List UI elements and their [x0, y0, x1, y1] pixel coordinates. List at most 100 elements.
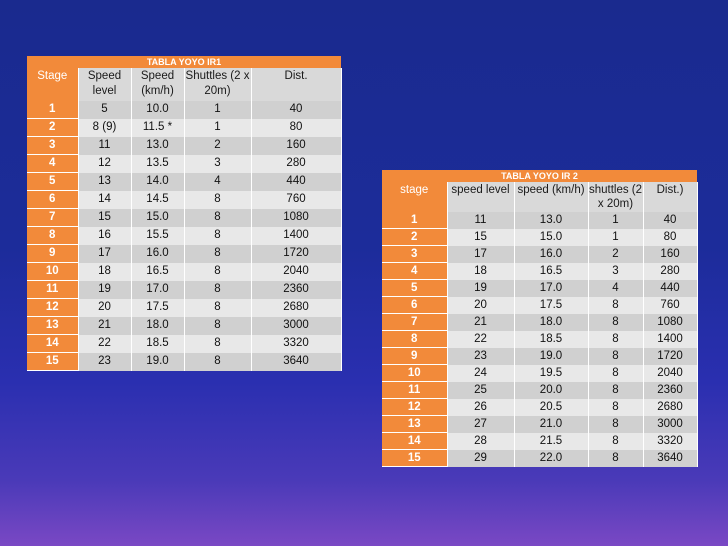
shuttles-cell: 3	[588, 262, 644, 280]
speed-kmh-cell: 16.0	[514, 245, 589, 263]
table2-header-row: stage speed level speed (km/h) shuttles …	[382, 182, 698, 212]
dist-cell: 2360	[251, 280, 342, 299]
speed-kmh-cell: 18.5	[514, 330, 589, 348]
stage-cell: 5	[27, 172, 79, 191]
speed-level-cell: 24	[447, 364, 515, 382]
speed-kmh-cell: 16.0	[131, 244, 185, 263]
speed-kmh-cell: 18.5	[131, 334, 185, 353]
shuttles-cell: 4	[588, 279, 644, 297]
table-row: 4 12 13.5 3 280	[27, 154, 342, 173]
dist-cell: 3000	[643, 415, 698, 433]
stage-cell: 15	[27, 352, 79, 371]
speed-kmh-cell: 21.0	[514, 415, 589, 433]
stage-cell: 15	[382, 449, 448, 467]
speed-kmh-cell: 13.0	[514, 212, 589, 229]
speed-level-cell: 14	[78, 190, 132, 209]
dist-cell: 1720	[251, 244, 342, 263]
stage-cell: 7	[382, 313, 448, 331]
speed-level-cell: 18	[447, 262, 515, 280]
shuttles-cell: 8	[588, 398, 644, 416]
dist-cell: 280	[251, 154, 342, 173]
shuttles-cell: 1	[588, 212, 644, 229]
dist-cell: 440	[643, 279, 698, 297]
shuttles-cell: 8	[588, 330, 644, 348]
table-row: 28 (9) 11.5 * 1 80	[27, 118, 342, 137]
col-speed-kmh-header: speed (km/h)	[514, 182, 589, 212]
speed-level-cell: 19	[78, 280, 132, 299]
speed-kmh-cell: 16.5	[131, 262, 185, 281]
speed-level-cell: 16	[78, 226, 132, 245]
table1-header-row: Stage Speed level Speed (km/h) Shuttles …	[27, 68, 342, 101]
stage-cell: 13	[27, 316, 79, 335]
dist-cell: 3320	[251, 334, 342, 353]
table-row: 13 27 21.0 8 3000	[382, 415, 698, 433]
table-row: 10 18 16.5 8 2040	[27, 262, 342, 281]
col-speed-level-header: speed level	[447, 182, 515, 212]
speed-level-cell: 15	[447, 228, 515, 246]
speed-kmh-cell: 17.0	[514, 279, 589, 297]
dist-cell: 2040	[643, 364, 698, 382]
speed-kmh-cell: 15.5	[131, 226, 185, 245]
dist-cell: 3640	[643, 449, 698, 467]
stage-cell: 9	[27, 244, 79, 263]
stage-cell: 3	[382, 245, 448, 263]
dist-cell: 40	[643, 212, 698, 229]
table-row: 14 28 21.5 8 3320	[382, 432, 698, 450]
stage-cell: 9	[382, 347, 448, 365]
shuttles-cell: 8	[184, 208, 252, 227]
table-row: 1 5 10.0 1 40	[27, 101, 342, 119]
table-row: 4 18 16.5 3 280	[382, 262, 698, 280]
yoyo-ir2-table: TABLA YOYO IR 2 stage speed level speed …	[382, 170, 698, 467]
dist-cell: 3000	[251, 316, 342, 335]
speed-level-cell: 13	[78, 172, 132, 191]
speed-kmh-cell: 22.0	[514, 449, 589, 467]
speed-kmh-cell: 13.5	[131, 154, 185, 173]
speed-level-cell: 21	[78, 316, 132, 335]
table-row: 15 23 19.0 8 3640	[27, 352, 342, 371]
table-row: 2 15 15.0 1 80	[382, 228, 698, 246]
stage-cell: 14	[382, 432, 448, 450]
shuttles-cell: 2	[184, 136, 252, 155]
speed-level-cell: 11	[447, 212, 515, 229]
speed-level-cell: 19	[447, 279, 515, 297]
table-row: 11 19 17.0 8 2360	[27, 280, 342, 299]
speed-level-cell: 26	[447, 398, 515, 416]
speed-kmh-cell: 21.5	[514, 432, 589, 450]
speed-level-cell: 29	[447, 449, 515, 467]
table-row: 11 25 20.0 8 2360	[382, 381, 698, 399]
stage-cell: 13	[382, 415, 448, 433]
speed-kmh-cell: 18.0	[131, 316, 185, 335]
table1-title: TABLA YOYO IR1	[27, 56, 342, 68]
stage-cell: 2	[382, 228, 448, 246]
col-speed-kmh-header: Speed (km/h)	[131, 68, 185, 101]
dist-cell: 2040	[251, 262, 342, 281]
stage-cell: 11	[382, 381, 448, 399]
stage-cell: 1	[27, 101, 79, 119]
speed-kmh-cell: 13.0	[131, 136, 185, 155]
col-shuttles-header: Shuttles (2 x 20m)	[184, 68, 252, 101]
shuttles-cell: 8	[588, 432, 644, 450]
dist-cell: 160	[643, 245, 698, 263]
speed-kmh-cell: 20.5	[514, 398, 589, 416]
table-row: 13 21 18.0 8 3000	[27, 316, 342, 335]
speed-level-cell: 11	[78, 136, 132, 155]
table-row: 9 23 19.0 8 1720	[382, 347, 698, 365]
dist-cell: 1400	[643, 330, 698, 348]
speed-level-cell: 18	[78, 262, 132, 281]
speed-level-cell: 23	[447, 347, 515, 365]
speed-level-cell: 22	[78, 334, 132, 353]
table-row: 7 21 18.0 8 1080	[382, 313, 698, 331]
shuttles-cell: 8	[184, 190, 252, 209]
stage-cell: 6	[382, 296, 448, 314]
shuttles-cell: 8	[588, 347, 644, 365]
stage-cell: 1	[382, 212, 448, 229]
dist-cell: 160	[251, 136, 342, 155]
dist-cell: 2680	[251, 298, 342, 317]
dist-cell: 2680	[643, 398, 698, 416]
dist-cell: 1080	[251, 208, 342, 227]
speed-level-cell: 15	[78, 208, 132, 227]
table-row: 12 26 20.5 8 2680	[382, 398, 698, 416]
shuttles-cell: 8	[588, 364, 644, 382]
speed-level-cell: 8 (9)	[78, 118, 132, 137]
shuttles-cell: 8	[184, 352, 252, 371]
